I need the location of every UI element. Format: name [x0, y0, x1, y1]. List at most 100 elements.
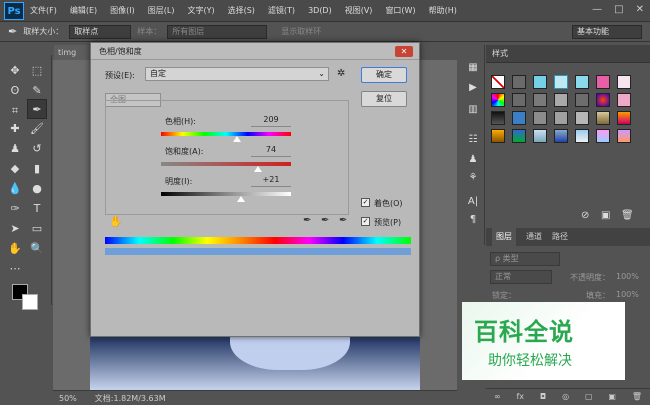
- tab-paths[interactable]: 路径: [552, 228, 568, 246]
- menu-layer[interactable]: 图层(L): [148, 5, 175, 16]
- dodge-tool-icon[interactable]: ●: [27, 179, 47, 199]
- lightness-value[interactable]: +21: [251, 175, 291, 187]
- style-swatch[interactable]: [491, 93, 505, 107]
- stamp-tool-icon[interactable]: ♟: [5, 139, 25, 159]
- hand-tool-icon[interactable]: ✋: [5, 239, 25, 259]
- tab-channels[interactable]: 通道: [526, 228, 542, 246]
- menu-help[interactable]: 帮助(H): [429, 5, 457, 16]
- menu-3d[interactable]: 3D(D): [308, 6, 332, 15]
- style-swatch[interactable]: [617, 129, 631, 143]
- menu-file[interactable]: 文件(F): [30, 5, 57, 16]
- maximize-button[interactable]: □: [614, 4, 623, 15]
- tab-layers[interactable]: 图层: [492, 228, 516, 246]
- type-tool-icon[interactable]: T: [27, 199, 47, 219]
- style-swatch[interactable]: [575, 93, 589, 107]
- style-swatch[interactable]: [617, 75, 631, 89]
- style-swatch[interactable]: [491, 111, 505, 125]
- style-swatch[interactable]: [533, 111, 547, 125]
- group-icon[interactable]: ▢: [585, 389, 593, 405]
- brush-tool-icon[interactable]: 🖌: [27, 119, 47, 139]
- background-color-swatch[interactable]: [22, 294, 38, 310]
- new-layer-icon[interactable]: ▣: [608, 389, 616, 405]
- style-swatch[interactable]: [596, 93, 610, 107]
- clone-source-icon[interactable]: ⚘: [466, 171, 480, 185]
- lasso-tool-icon[interactable]: ʘ: [5, 81, 25, 101]
- preset-select[interactable]: 自定 ⌄: [145, 67, 329, 81]
- gear-icon[interactable]: ✲: [337, 68, 345, 79]
- adjustment-icon[interactable]: ▥: [466, 103, 480, 117]
- eyedropper-tool-icon[interactable]: ✒: [27, 99, 47, 119]
- link-layers-icon[interactable]: ∞: [494, 389, 501, 405]
- saturation-value[interactable]: 74: [251, 145, 291, 157]
- style-swatch[interactable]: [554, 75, 568, 89]
- delete-layer-icon[interactable]: 🗑: [632, 389, 642, 405]
- properties-icon[interactable]: ☷: [466, 133, 480, 147]
- zoom-level[interactable]: 50%: [59, 394, 77, 403]
- style-swatch[interactable]: [554, 93, 568, 107]
- layer-kind-filter[interactable]: ρ 类型: [490, 252, 560, 266]
- style-swatch[interactable]: [491, 75, 505, 89]
- style-swatch[interactable]: [512, 93, 526, 107]
- style-swatch[interactable]: [512, 111, 526, 125]
- opacity-value[interactable]: 100%: [616, 272, 639, 281]
- menu-image[interactable]: 图像(I): [110, 5, 135, 16]
- menu-view[interactable]: 视图(V): [345, 5, 373, 16]
- path-select-tool-icon[interactable]: ➤: [5, 219, 25, 239]
- preview-checkbox[interactable]: ✓: [361, 217, 370, 226]
- style-swatch[interactable]: [596, 129, 610, 143]
- hue-slider-thumb[interactable]: [233, 136, 241, 142]
- style-swatch[interactable]: [617, 93, 631, 107]
- crop-tool-icon[interactable]: ⌗: [5, 101, 25, 121]
- style-swatch[interactable]: [596, 111, 610, 125]
- history-brush-icon[interactable]: ↺: [27, 139, 47, 159]
- preview-label[interactable]: 预览(P): [374, 217, 401, 228]
- hue-value[interactable]: 209: [251, 115, 291, 127]
- saturation-slider-thumb[interactable]: [254, 166, 262, 172]
- layer-style-icon[interactable]: fx: [516, 389, 524, 405]
- eyedropper-plus-icon[interactable]: ✒: [321, 215, 329, 226]
- marquee-tool-icon[interactable]: ⬚: [27, 61, 47, 81]
- eyedropper-icon[interactable]: ✒: [8, 25, 17, 38]
- delete-style-icon[interactable]: 🗑: [621, 210, 634, 221]
- paragraph-icon[interactable]: ¶: [466, 213, 480, 227]
- shape-tool-icon[interactable]: ▭: [27, 219, 47, 239]
- more-tools-icon[interactable]: ⋯: [5, 259, 25, 279]
- menu-edit[interactable]: 编辑(E): [70, 5, 97, 16]
- style-swatch[interactable]: [554, 111, 568, 125]
- eyedropper-icon[interactable]: ✒: [303, 215, 311, 226]
- workspace-select[interactable]: 基本功能: [572, 24, 642, 39]
- layer-mask-icon[interactable]: ◘: [540, 389, 546, 405]
- style-swatch[interactable]: [617, 111, 631, 125]
- style-swatch[interactable]: [533, 93, 547, 107]
- lightness-slider-thumb[interactable]: [237, 196, 245, 202]
- menu-type[interactable]: 文字(Y): [187, 5, 214, 16]
- style-swatch[interactable]: [491, 129, 505, 143]
- sample-size-select[interactable]: 取样点: [69, 24, 132, 39]
- document-tab[interactable]: timg (2).jp: [54, 45, 94, 73]
- lightness-slider-track[interactable]: [161, 192, 291, 196]
- ok-button[interactable]: 确定: [361, 67, 407, 83]
- blur-tool-icon[interactable]: 💧: [5, 179, 25, 199]
- gradient-tool-icon[interactable]: ▮: [27, 159, 47, 179]
- menu-filter[interactable]: 滤镜(T): [268, 5, 295, 16]
- style-swatch[interactable]: [575, 129, 589, 143]
- pen-tool-icon[interactable]: ✑: [5, 199, 25, 219]
- style-swatch[interactable]: [512, 75, 526, 89]
- style-swatch[interactable]: [575, 111, 589, 125]
- show-ring-label[interactable]: 显示取样环: [281, 26, 321, 37]
- close-button[interactable]: ✕: [636, 4, 644, 15]
- style-swatch[interactable]: [512, 129, 526, 143]
- play-actions-icon[interactable]: ▶: [466, 81, 480, 95]
- minimize-button[interactable]: —: [592, 4, 602, 15]
- eyedropper-minus-icon[interactable]: ✒: [339, 215, 347, 226]
- style-swatch[interactable]: [575, 75, 589, 89]
- style-swatch[interactable]: [596, 75, 610, 89]
- colorize-checkbox[interactable]: ✓: [361, 198, 370, 207]
- brush-settings-icon[interactable]: ♟: [466, 153, 480, 167]
- reset-button[interactable]: 复位: [361, 91, 407, 107]
- quick-select-tool-icon[interactable]: ✎: [27, 81, 47, 101]
- healing-tool-icon[interactable]: ✚: [5, 119, 25, 139]
- character-icon[interactable]: A|: [466, 195, 480, 209]
- colorize-label[interactable]: 着色(O): [374, 198, 403, 209]
- sample-layers-select[interactable]: 所有图层: [167, 24, 268, 39]
